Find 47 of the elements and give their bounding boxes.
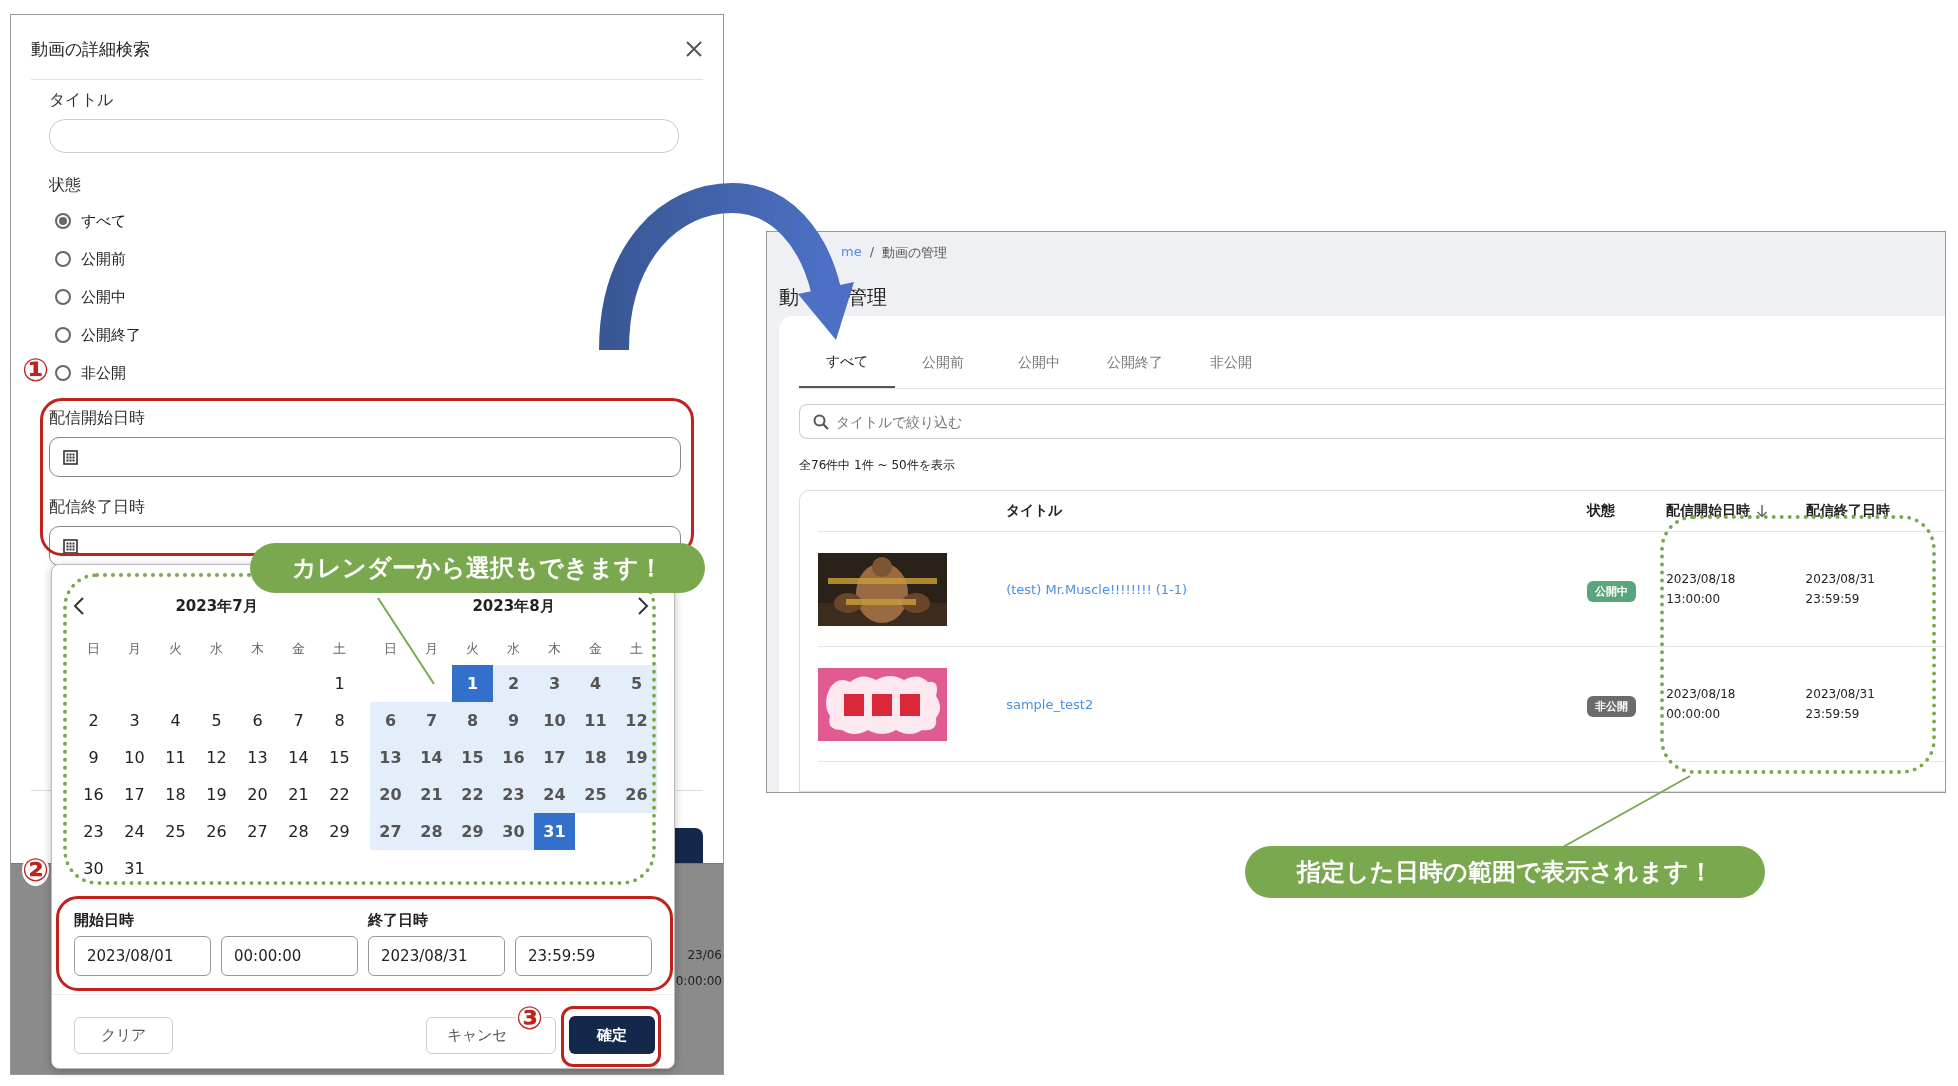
breadcrumb-separator: / [869, 244, 875, 261]
field-label: タイトル [49, 90, 114, 111]
month-title: 2023年8月 [472, 596, 555, 616]
callout: 指定した日時の範囲で表示されます！ [1245, 846, 1765, 898]
weekday-label: 水 [209, 640, 224, 658]
table-cell-text: 2023/08/18 [1666, 572, 1737, 586]
table-cell-text: 23:59:59 [1805, 592, 1861, 606]
month-title: 2023年7月 [175, 596, 258, 616]
field-label: 状態 [49, 175, 82, 196]
page-heading: 動 [779, 285, 799, 309]
field-label: 配信開始日時 [49, 408, 146, 429]
weekday-label: 火 [168, 640, 183, 658]
table-cell-text: 13:00:00 [1666, 592, 1722, 606]
weekday-label: 土 [629, 640, 644, 658]
table-cell-text: 2023/08/18 [1666, 687, 1737, 701]
dialog-title: 動画の詳細検索 [31, 37, 150, 61]
result-count: 全76件中 1件 ~ 50件を表示 [799, 457, 956, 474]
weekday-label: 水 [506, 640, 521, 658]
column-header: タイトル [1006, 502, 1064, 520]
weekday-label: 木 [547, 640, 562, 658]
weekday-label: 火 [465, 640, 480, 658]
radio-label: 公開前 [81, 249, 126, 269]
weekday-label: 金 [291, 640, 306, 658]
weekday-label: 金 [588, 640, 603, 658]
breadcrumb-item: 動画の管理 [882, 244, 948, 262]
status-badge: 非公開 [1586, 695, 1636, 717]
table-cell-text: 00:00:00 [1666, 707, 1722, 721]
weekday-label: 月 [424, 640, 439, 658]
radio-label: 公開中 [81, 287, 126, 307]
weekday-label: 日 [383, 640, 398, 658]
table-cell-text: 2023/08/31 [1805, 687, 1876, 701]
table-cell: 0:00:00 [675, 974, 722, 988]
table-cell-text: 23:59:59 [1805, 707, 1861, 721]
radio-label: すべて [81, 211, 126, 231]
callout: カレンダーから選択もできます！ [250, 543, 705, 593]
status-badge: 公開中 [1586, 580, 1636, 602]
radio-label: 公開終了 [81, 325, 141, 345]
weekday-label: 土 [332, 640, 347, 658]
weekday-label: 日 [86, 640, 101, 658]
field-label: 終了日時 [368, 911, 429, 930]
table-cell-text: 2023/08/31 [1805, 572, 1876, 586]
weekday-label: 月 [127, 640, 142, 658]
field-label: 配信終了日時 [49, 497, 146, 518]
table-cell: 23/06 [687, 948, 722, 962]
weekday-label: 木 [250, 640, 265, 658]
radio-label: 非公開 [81, 363, 126, 383]
field-label: 開始日時 [74, 911, 135, 930]
